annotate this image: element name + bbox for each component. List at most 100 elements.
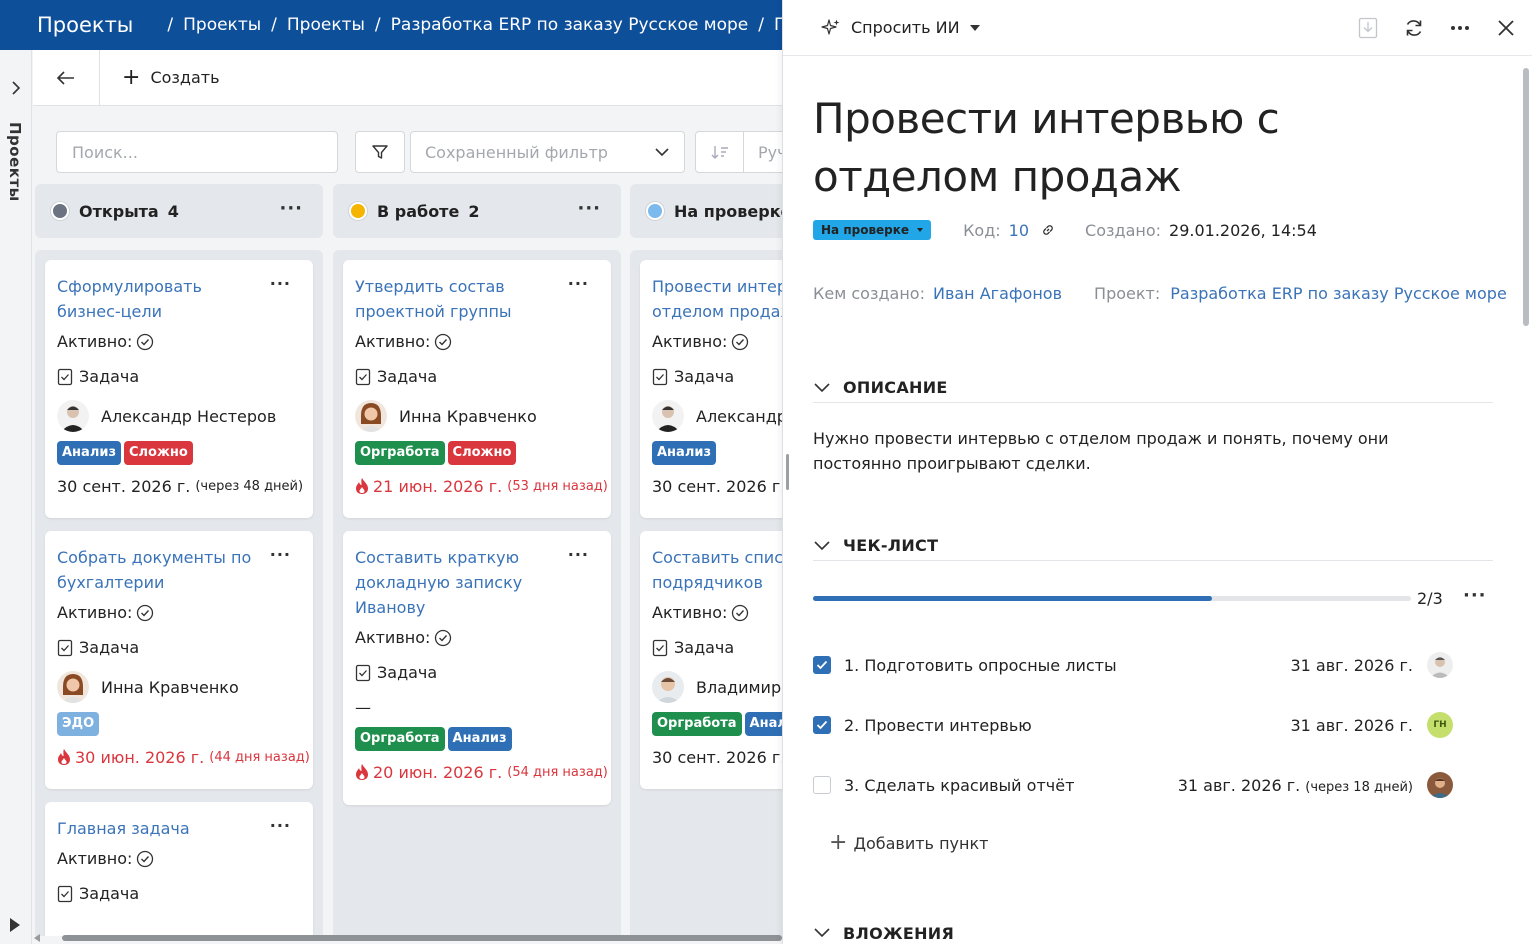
breadcrumb-item[interactable]: Проекты: [183, 15, 261, 35]
resize-handle[interactable]: [786, 454, 789, 490]
tag[interactable]: Анализ: [652, 441, 716, 465]
description-text[interactable]: Нужно провести интервью с отделом продаж…: [813, 426, 1473, 476]
checklist-item-text[interactable]: 2. Провести интервью: [844, 716, 1290, 735]
create-button[interactable]: + Создать: [122, 66, 220, 89]
panel-actions: [1356, 16, 1518, 40]
sort-control[interactable]: Руч: [695, 131, 795, 173]
more-icon[interactable]: ···: [577, 198, 601, 219]
tag[interactable]: Сложно: [124, 441, 193, 465]
assignee[interactable]: Инна Кравченко: [355, 394, 599, 438]
column-body: Провести интервью с отделом продаж Актив…: [630, 250, 782, 936]
scroll-left-icon[interactable]: [34, 934, 40, 942]
more-icon[interactable]: ···: [279, 198, 303, 219]
checklist-item-date[interactable]: 31 авг. 2026 г.: [1290, 716, 1413, 735]
assignee[interactable]: Александр Нестеров: [652, 394, 782, 438]
more-icon[interactable]: ···: [568, 274, 589, 293]
card-title[interactable]: Главная задача: [57, 816, 267, 841]
check-circle-icon: [136, 333, 154, 351]
tag[interactable]: Анализ: [744, 712, 782, 736]
status-badge[interactable]: На проверке: [813, 220, 932, 240]
card-title[interactable]: Собрать документы по бухгалтерии: [57, 545, 267, 595]
more-icon[interactable]: ···: [1463, 585, 1487, 606]
task-icon: [57, 885, 73, 903]
avatar[interactable]: [1427, 652, 1453, 678]
caret-down-icon: [969, 24, 980, 31]
column-header[interactable]: На проверке: [630, 184, 782, 238]
task-title[interactable]: Провести интервью с отделом продаж: [813, 90, 1473, 206]
avatar: [57, 671, 89, 703]
tag[interactable]: Оргработа: [355, 727, 445, 751]
task-card[interactable]: Составить список подрядчиков Активно: За…: [640, 531, 782, 789]
kanban-board: Открыта 4 ··· Сформулировать бизнес-цели…: [33, 180, 782, 936]
filter-button[interactable]: [355, 131, 405, 173]
breadcrumb-item[interactable]: Разработка ERP по заказу Русское море: [391, 15, 749, 35]
checkbox[interactable]: [813, 656, 831, 674]
column-header[interactable]: Открыта 4 ···: [35, 184, 323, 238]
top-bar: Проекты / Проекты / Проекты / Разработка…: [0, 0, 782, 50]
funnel-icon: [372, 145, 388, 159]
check-circle-icon: [731, 333, 749, 351]
tag[interactable]: Анализ: [447, 727, 512, 751]
project-link[interactable]: Разработка ERP по заказу Русское море: [1170, 284, 1507, 303]
ask-ai-button[interactable]: Спросить ИИ: [821, 18, 980, 38]
avatar[interactable]: ГН: [1427, 712, 1453, 738]
toolbar: + Создать: [33, 49, 782, 106]
avatar[interactable]: [1427, 772, 1453, 798]
more-icon[interactable]: ···: [270, 274, 291, 293]
more-icon[interactable]: [1448, 16, 1472, 40]
breadcrumb-item[interactable]: Проекты: [287, 15, 365, 35]
card-title[interactable]: Составить краткую докладную записку Иван…: [355, 545, 565, 620]
checkbox[interactable]: [813, 716, 831, 734]
task-card[interactable]: Главная задача ··· Активно: Задача: [45, 802, 313, 936]
tag[interactable]: ЭДО: [57, 712, 100, 736]
due-date: 20 июн. 2026 г. (54 дня назад): [355, 754, 608, 790]
author-link[interactable]: Иван Агафонов: [933, 284, 1062, 303]
card-title[interactable]: Составить список подрядчиков: [652, 545, 782, 595]
close-icon[interactable]: [1494, 16, 1518, 40]
task-card[interactable]: Утвердить состав проектной группы ··· Ак…: [343, 260, 611, 518]
assignee[interactable]: Инна Кравченко: [57, 665, 301, 709]
checklist-item-date[interactable]: 31 авг. 2026 г.: [1290, 656, 1413, 675]
refresh-icon[interactable]: [1402, 16, 1426, 40]
assignee[interactable]: Владимир: [652, 665, 782, 709]
tag-list: Анализ Сложно: [57, 438, 301, 468]
checklist-item-text[interactable]: 1. Подготовить опросные листы: [844, 656, 1290, 675]
more-icon[interactable]: ···: [270, 816, 291, 835]
link-icon[interactable]: [1041, 223, 1055, 237]
back-button[interactable]: [33, 49, 100, 106]
tag[interactable]: Оргработа: [355, 441, 445, 465]
search-input[interactable]: [56, 131, 338, 173]
attachments-section-header[interactable]: ВЛОЖЕНИЯ: [813, 918, 1493, 944]
tag[interactable]: Сложно: [447, 441, 517, 465]
task-card[interactable]: Провести интервью с отделом продаж Актив…: [640, 260, 782, 518]
more-icon[interactable]: ···: [270, 545, 291, 564]
chevron-down-icon: [813, 382, 831, 394]
app-title[interactable]: Проекты: [37, 13, 133, 37]
card-title[interactable]: Утвердить состав проектной группы: [355, 274, 565, 324]
checkbox[interactable]: [813, 776, 831, 794]
breadcrumb-item[interactable]: Предст: [774, 15, 782, 35]
checklist-section-header[interactable]: ЧЕК-ЛИСТ: [813, 531, 1493, 561]
tag[interactable]: Анализ: [57, 441, 121, 465]
task-card[interactable]: Собрать документы по бухгалтерии ··· Акт…: [45, 531, 313, 789]
horizontal-scrollbar[interactable]: [62, 935, 782, 941]
tag[interactable]: Оргработа: [652, 712, 742, 736]
task-card[interactable]: Сформулировать бизнес-цели ··· Активно: …: [45, 260, 313, 518]
checklist-item-text[interactable]: 3. Сделать красивый отчёт: [844, 776, 1178, 795]
chevron-right-icon[interactable]: [8, 80, 24, 96]
card-title[interactable]: Провести интервью с отделом продаж: [652, 274, 782, 324]
task-card[interactable]: Составить краткую докладную записку Иван…: [343, 531, 611, 805]
card-title[interactable]: Сформулировать бизнес-цели: [57, 274, 267, 324]
download-icon[interactable]: [1356, 16, 1380, 40]
expand-icon[interactable]: [10, 918, 20, 932]
assignee[interactable]: Александр Нестеров: [57, 394, 301, 438]
task-code[interactable]: 10: [1009, 221, 1029, 240]
column-header[interactable]: В работе 2 ···: [333, 184, 621, 238]
rail-label[interactable]: Проекты: [6, 122, 24, 202]
add-checklist-item-button[interactable]: + Добавить пункт: [829, 832, 988, 854]
saved-filter-select[interactable]: Сохраненный фильтр: [410, 131, 685, 173]
description-section-header[interactable]: ОПИСАНИЕ: [813, 373, 1493, 403]
vertical-scrollbar[interactable]: [1523, 68, 1529, 326]
more-icon[interactable]: ···: [568, 545, 589, 564]
checklist-item-date[interactable]: 31 авг. 2026 г. (через 18 дней): [1178, 776, 1413, 795]
